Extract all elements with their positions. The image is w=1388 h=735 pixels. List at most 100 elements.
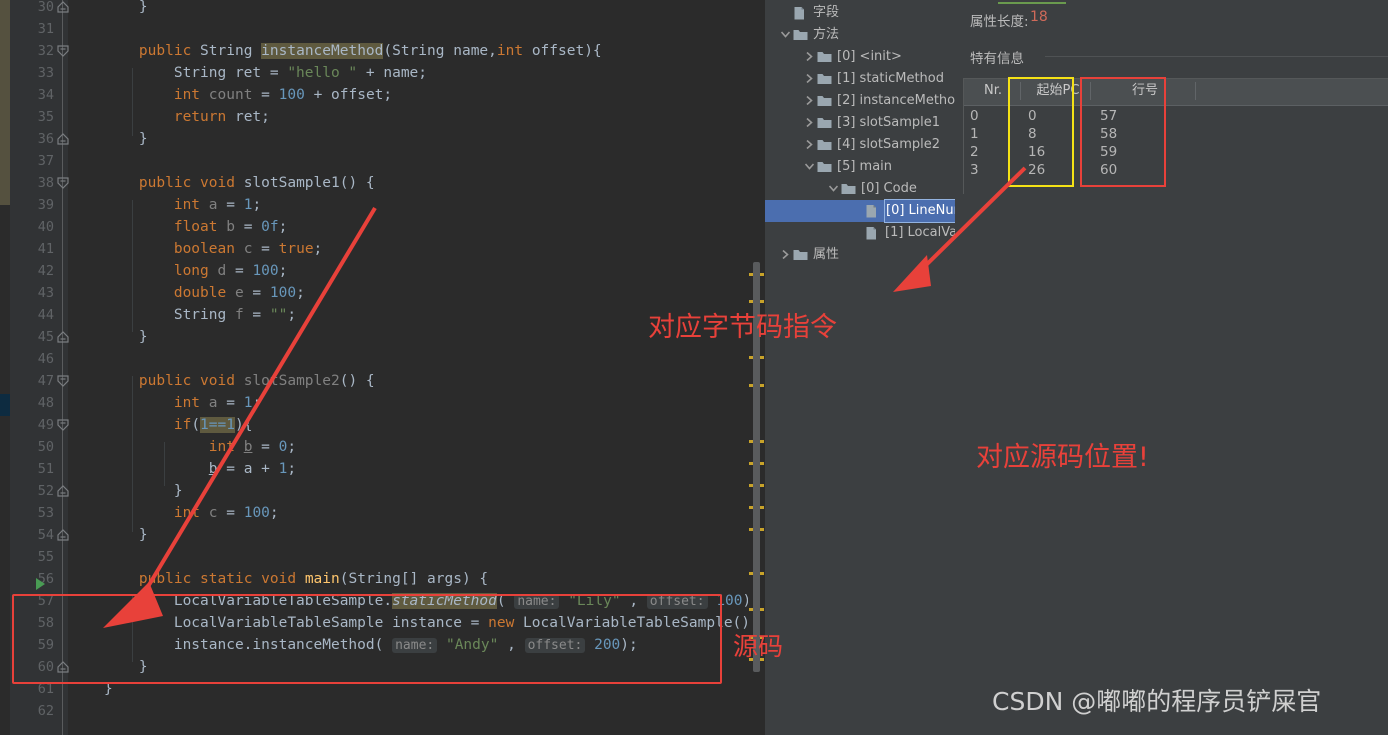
anno-source-pos: 对应源码位置! <box>976 442 1149 473</box>
code-line[interactable]: 35 return ret; <box>0 106 765 128</box>
tree-node-label: 方法 <box>813 27 840 42</box>
line-number: 37 <box>37 153 54 169</box>
line-number: 36 <box>37 131 54 147</box>
folder-icon <box>817 90 832 112</box>
table-header-cell[interactable]: Nr. <box>967 78 1019 104</box>
line-number: 60 <box>37 659 54 675</box>
anno-source: 源码 <box>733 632 784 661</box>
fold-collapse-icon[interactable] <box>57 45 69 57</box>
line-number: 31 <box>37 21 54 37</box>
table-row[interactable]: 2 16 59 <box>964 143 1388 161</box>
chevron-right-icon[interactable] <box>804 134 815 156</box>
code-line[interactable]: 36 } <box>0 128 765 150</box>
tree-node[interactable]: [0] <init> <box>765 46 955 68</box>
code-token: LocalVariableTableSample(); <box>514 615 759 631</box>
code-line[interactable]: 31 <box>0 18 765 40</box>
tree-node[interactable]: [4] slotSample2 <box>765 134 955 156</box>
arrow-to-bytecode <box>893 166 1027 292</box>
table-row[interactable]: 0 0 57 <box>964 107 1388 125</box>
code-token: void <box>200 175 235 191</box>
table-cell: 58 <box>1100 126 1118 142</box>
code-line[interactable]: 62 <box>0 700 765 722</box>
table-row[interactable]: 1 8 58 <box>964 125 1388 143</box>
code-token: String ret = <box>104 65 288 81</box>
folder-icon <box>817 68 832 90</box>
table-header-cell[interactable]: 行号 <box>1097 78 1193 104</box>
header-separator <box>1020 82 1021 100</box>
code-token: + offset; <box>304 87 393 103</box>
fold-collapse-icon[interactable] <box>57 177 69 189</box>
code-token: slotSample1 <box>243 175 340 191</box>
classfile-tree[interactable]: 字段方法 [0] <init> [1] staticMethod [2] instan… <box>765 0 955 735</box>
code-token: , <box>620 593 647 609</box>
tree-node[interactable]: 字段 <box>765 2 955 24</box>
run-method-icon[interactable] <box>36 578 45 590</box>
table-cell: 57 <box>1100 108 1118 124</box>
tree-node[interactable]: [1] staticMethod <box>765 68 955 90</box>
code-line[interactable]: 61} <box>0 678 765 700</box>
chevron-right-icon[interactable] <box>804 112 815 134</box>
parameter-hint: offset: <box>524 638 586 653</box>
code-line-text: return ret; <box>104 106 270 128</box>
code-line-text: public void slotSample1() { <box>104 172 375 194</box>
code-line[interactable]: 34 int count = 100 + offset; <box>0 84 765 106</box>
anno-bytecode: 对应字节码指令 <box>648 312 837 343</box>
code-token: "Andy" <box>445 637 499 653</box>
chevron-right-icon[interactable] <box>804 90 815 112</box>
editor-marker-bar[interactable] <box>748 0 765 735</box>
table-cell: 60 <box>1100 162 1118 178</box>
code-token: } <box>104 681 113 697</box>
code-line-text: } <box>104 656 148 678</box>
line-number: 33 <box>37 65 54 81</box>
fold-end-icon[interactable] <box>57 133 69 145</box>
chevron-right-icon[interactable] <box>804 68 815 90</box>
chevron-down-icon[interactable] <box>804 156 815 178</box>
code-line[interactable]: 38 public void slotSample1() { <box>0 172 765 194</box>
code-token: return <box>173 109 227 125</box>
attr-length-value: 18 <box>1030 9 1048 25</box>
code-token: ); <box>620 637 638 653</box>
code-line-text: } <box>104 0 148 18</box>
code-line[interactable]: 30 } <box>0 0 765 18</box>
tree-node[interactable]: 方法 <box>765 24 955 46</box>
fold-end-icon[interactable] <box>57 661 69 673</box>
parameter-hint: name: <box>392 638 438 653</box>
parameter-hint: name: <box>514 594 560 609</box>
code-token: , <box>498 637 525 653</box>
chevron-down-icon[interactable] <box>780 24 791 46</box>
code-line-text: int count = 100 + offset; <box>104 84 392 106</box>
code-token: (String name, <box>383 43 497 59</box>
tree-node[interactable]: [3] slotSample1 <box>765 112 955 134</box>
tree-node-label: 属性 <box>813 247 840 262</box>
tree-node[interactable]: [2] instanceMethod <box>765 90 955 112</box>
code-line[interactable]: 37 <box>0 150 765 172</box>
code-token: () { <box>339 175 375 191</box>
folder-icon <box>817 134 832 156</box>
green-underline-decoration <box>998 2 1066 4</box>
chevron-right-icon[interactable] <box>780 244 791 266</box>
code-token: int <box>496 43 524 59</box>
chevron-right-icon[interactable] <box>804 46 815 68</box>
code-line-text: } <box>104 128 148 150</box>
code-token: 100 <box>716 593 743 609</box>
specific-info-title: 特有信息 <box>970 51 1024 67</box>
table-cell: 0 <box>1028 108 1037 124</box>
code-token: "Lily" <box>568 593 621 609</box>
folder-icon <box>817 46 832 68</box>
arrow-to-source <box>103 206 377 628</box>
code-token: instanceMethod <box>261 43 384 59</box>
table-header-cell[interactable]: 起始PC <box>1025 78 1091 104</box>
code-line[interactable]: 32 public String instanceMethod(String n… <box>0 40 765 62</box>
tree-node-label: [4] slotSample2 <box>837 137 940 152</box>
fold-end-icon[interactable] <box>57 1 69 13</box>
code-line[interactable]: 60 } <box>0 656 765 678</box>
code-line[interactable]: 33 String ret = "hello " + name; <box>0 62 765 84</box>
chevron-down-icon[interactable] <box>828 178 839 200</box>
code-token: ret; <box>226 109 270 125</box>
section-divider <box>1045 56 1388 57</box>
